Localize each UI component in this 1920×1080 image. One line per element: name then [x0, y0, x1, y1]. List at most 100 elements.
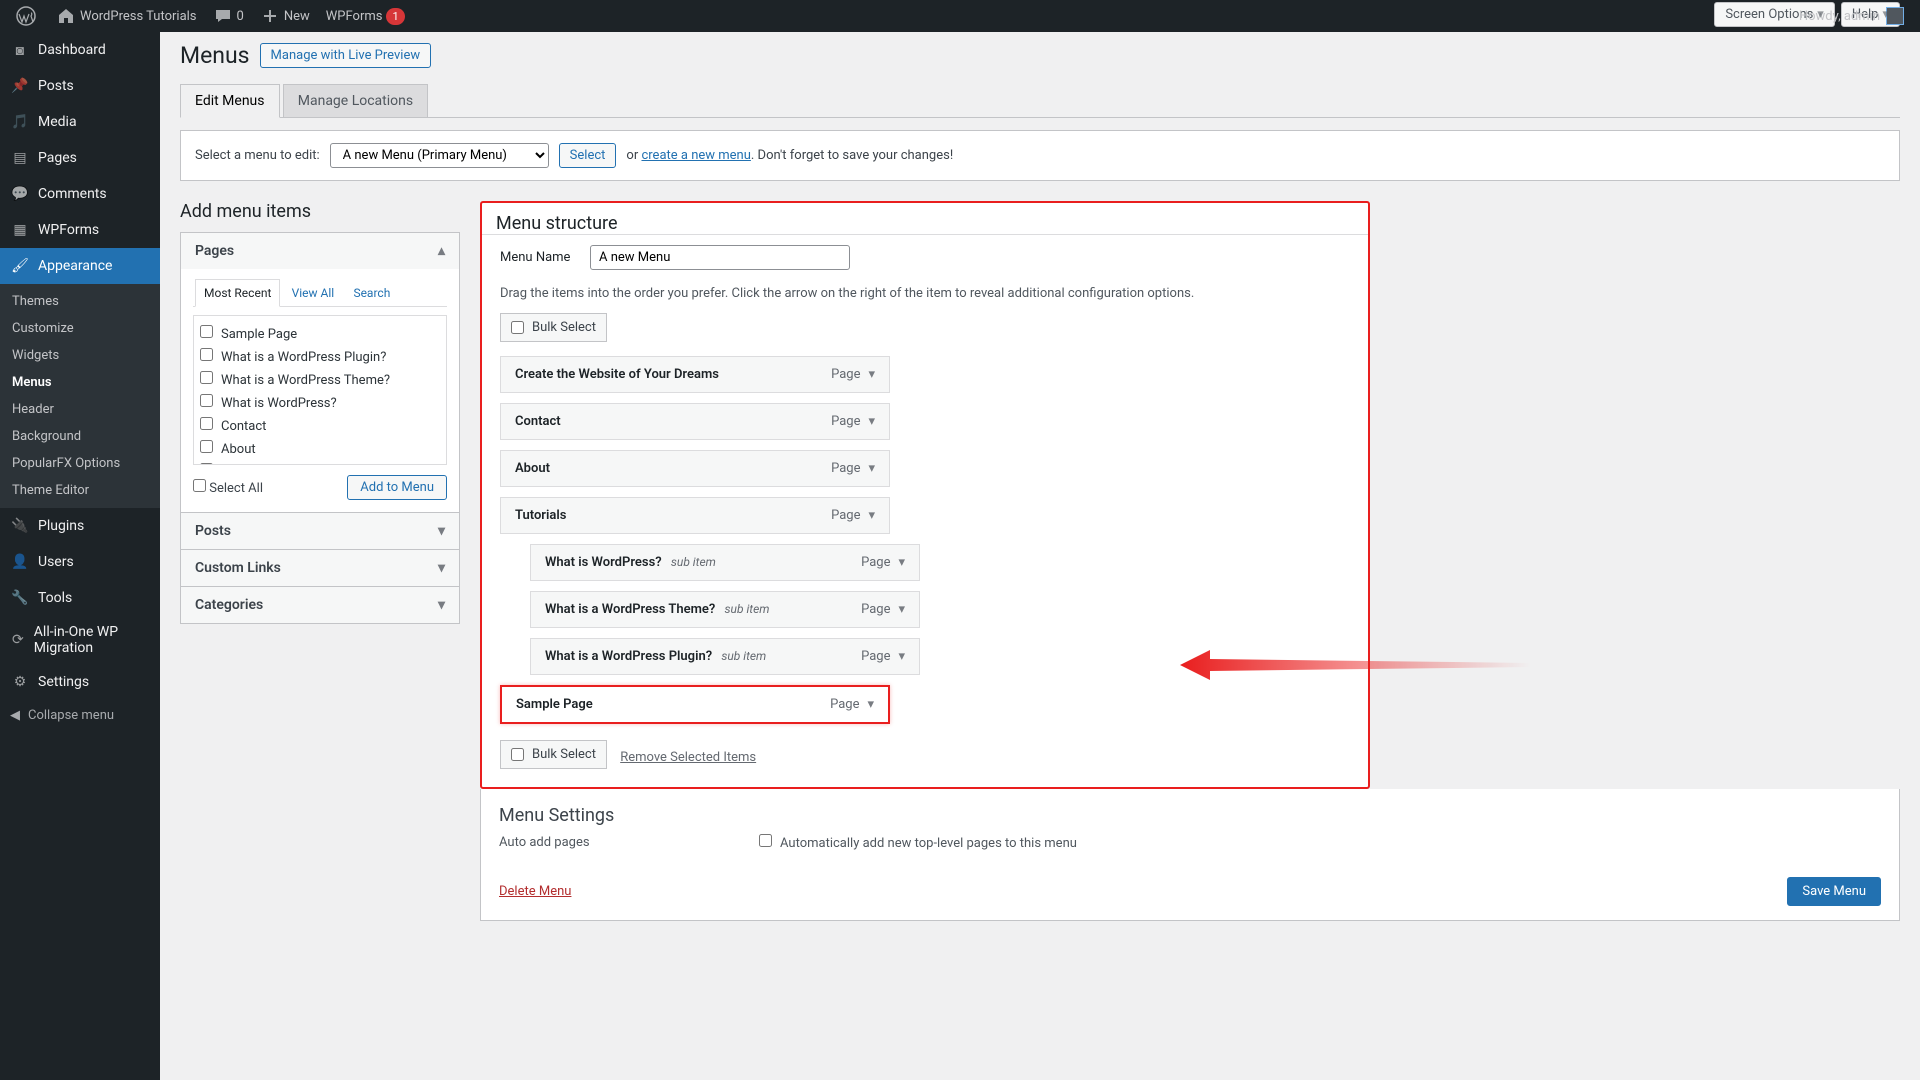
menu-item[interactable]: What is WordPress? sub itemPage▾ [530, 544, 920, 581]
menu-item[interactable]: TutorialsPage▾ [500, 497, 890, 534]
sidebar-item-users[interactable]: 👤Users [0, 544, 160, 580]
sidebar-item-wpforms[interactable]: ▦WPForms [0, 212, 160, 248]
wp-logo[interactable] [8, 0, 48, 32]
collapse-menu[interactable]: ◀Collapse menu [0, 700, 160, 731]
bulk-select-checkbox[interactable] [511, 748, 524, 761]
panel-categories-head[interactable]: Categories ▾ [181, 587, 459, 623]
wpforms-bar[interactable]: WPForms 1 [318, 0, 413, 32]
submenu-customize[interactable]: Customize [0, 315, 160, 342]
wrench-icon: 🔧 [10, 588, 30, 608]
chevron-down-icon[interactable]: ▾ [898, 649, 905, 664]
bulk-select-bottom[interactable]: Bulk Select [500, 740, 607, 769]
tab-manage-locations[interactable]: Manage Locations [283, 84, 428, 117]
select-all[interactable]: Select All [193, 479, 263, 496]
page-checkbox[interactable] [200, 371, 213, 384]
menu-name-input[interactable] [590, 245, 850, 270]
chevron-down-icon[interactable]: ▾ [868, 367, 875, 382]
auto-add-option[interactable]: Automatically add new top-level pages to… [759, 834, 1077, 851]
menu-item[interactable]: What is a WordPress Theme? sub itemPage▾ [530, 591, 920, 628]
comments-count[interactable]: 0 [205, 0, 252, 32]
tab-edit-menus[interactable]: Edit Menus [180, 84, 280, 118]
chevron-down-icon[interactable]: ▾ [898, 602, 905, 617]
menu-item[interactable]: Create the Website of Your DreamsPage▾ [500, 356, 890, 393]
panel-posts: Posts ▾ [180, 513, 460, 550]
sidebar-label: Settings [38, 674, 89, 690]
chevron-down-icon[interactable]: ▾ [898, 555, 905, 570]
panel-categories-label: Categories [195, 597, 263, 613]
panel-posts-head[interactable]: Posts ▾ [181, 513, 459, 549]
page-check-item[interactable]: What is a WordPress Theme? [200, 368, 440, 391]
submenu-popularfx[interactable]: PopularFX Options [0, 450, 160, 477]
chevron-down-icon[interactable]: ▾ [868, 461, 875, 476]
page-check-item[interactable]: About [200, 437, 440, 460]
sidebar-item-media[interactable]: 🎵Media [0, 104, 160, 140]
tab-search[interactable]: Search [345, 280, 398, 306]
bulk-select-top[interactable]: Bulk Select [500, 313, 607, 342]
sidebar-item-tools[interactable]: 🔧Tools [0, 580, 160, 616]
tab-most-recent[interactable]: Most Recent [195, 279, 280, 307]
menu-item[interactable]: What is a WordPress Plugin? sub itemPage… [530, 638, 920, 675]
bulk-select-checkbox[interactable] [511, 321, 524, 334]
page-checkbox[interactable] [200, 394, 213, 407]
collapse-label: Collapse menu [28, 708, 114, 723]
live-preview-button[interactable]: Manage with Live Preview [260, 43, 432, 68]
add-to-menu-button[interactable]: Add to Menu [347, 475, 447, 500]
panel-custom-links-head[interactable]: Custom Links ▾ [181, 550, 459, 586]
page-check-item[interactable]: What is a WordPress Plugin? [200, 345, 440, 368]
submenu-background[interactable]: Background [0, 423, 160, 450]
menu-select[interactable]: A new Menu (Primary Menu) [330, 143, 549, 168]
site-name[interactable]: WordPress Tutorials [48, 0, 205, 32]
sidebar-item-appearance[interactable]: 🖌Appearance [0, 248, 160, 284]
submenu-theme-editor[interactable]: Theme Editor [0, 477, 160, 504]
sidebar-item-pages[interactable]: ▤Pages [0, 140, 160, 176]
panel-pages-head[interactable]: Pages ▴ [181, 233, 459, 269]
page-checkbox[interactable] [200, 463, 213, 465]
delete-menu-link[interactable]: Delete Menu [499, 884, 571, 899]
chevron-down-icon[interactable]: ▾ [868, 414, 875, 429]
page-checkbox[interactable] [200, 440, 213, 453]
menu-name-label: Menu Name [500, 250, 590, 265]
menu-item-type: Page [830, 697, 859, 712]
select-all-checkbox[interactable] [193, 479, 206, 492]
page-check-item[interactable]: Sample Page [200, 322, 440, 345]
submenu-header[interactable]: Header [0, 396, 160, 423]
menu-item[interactable]: AboutPage▾ [500, 450, 890, 487]
page-check-item[interactable]: Contact [200, 414, 440, 437]
sidebar-item-settings[interactable]: ⚙Settings [0, 664, 160, 700]
menu-item[interactable]: Sample PagePage▾ [500, 685, 890, 724]
sidebar-item-posts[interactable]: 📌Posts [0, 68, 160, 104]
create-menu-link[interactable]: create a new menu [641, 148, 750, 163]
brush-icon: 🖌 [10, 256, 30, 276]
select-button[interactable]: Select [559, 143, 617, 168]
submenu-widgets[interactable]: Widgets [0, 342, 160, 369]
submenu-themes[interactable]: Themes [0, 288, 160, 315]
new-content[interactable]: New [252, 0, 318, 32]
sidebar-item-plugins[interactable]: 🔌Plugins [0, 508, 160, 544]
page-check-item[interactable]: Create the Website of Your Dreams [200, 460, 440, 465]
account-menu[interactable]: Howdy, admin [1791, 0, 1912, 32]
page-checkbox[interactable] [200, 325, 213, 338]
sidebar-item-migration[interactable]: ⟳All-in-One WP Migration [0, 616, 160, 664]
comments-number: 0 [237, 9, 244, 24]
sidebar-label: All-in-One WP Migration [34, 624, 150, 656]
auto-add-checkbox[interactable] [759, 834, 772, 847]
chevron-down-icon[interactable]: ▾ [868, 508, 875, 523]
chevron-down-icon[interactable]: ▾ [867, 697, 874, 712]
user-icon: 👤 [10, 552, 30, 572]
submenu-menus[interactable]: Menus [0, 369, 160, 396]
menu-item[interactable]: ContactPage▾ [500, 403, 890, 440]
sidebar-item-comments[interactable]: 💬Comments [0, 176, 160, 212]
menu-item-title: Contact [515, 414, 831, 429]
remove-selected-link[interactable]: Remove Selected Items [620, 750, 756, 765]
tab-view-all[interactable]: View All [284, 280, 343, 306]
pages-checklist[interactable]: Sample Page What is a WordPress Plugin? … [193, 315, 447, 465]
structure-title: Menu structure [482, 203, 1368, 234]
page-checkbox[interactable] [200, 348, 213, 361]
sidebar-item-dashboard[interactable]: ◙Dashboard [0, 32, 160, 68]
sub-item-label: sub item [721, 649, 766, 663]
page-check-item[interactable]: What is WordPress? [200, 391, 440, 414]
page-checkbox[interactable] [200, 417, 213, 430]
save-menu-button[interactable]: Save Menu [1787, 877, 1881, 906]
panel-pages-label: Pages [195, 243, 234, 259]
menu-item-title: What is WordPress? sub item [545, 555, 861, 570]
